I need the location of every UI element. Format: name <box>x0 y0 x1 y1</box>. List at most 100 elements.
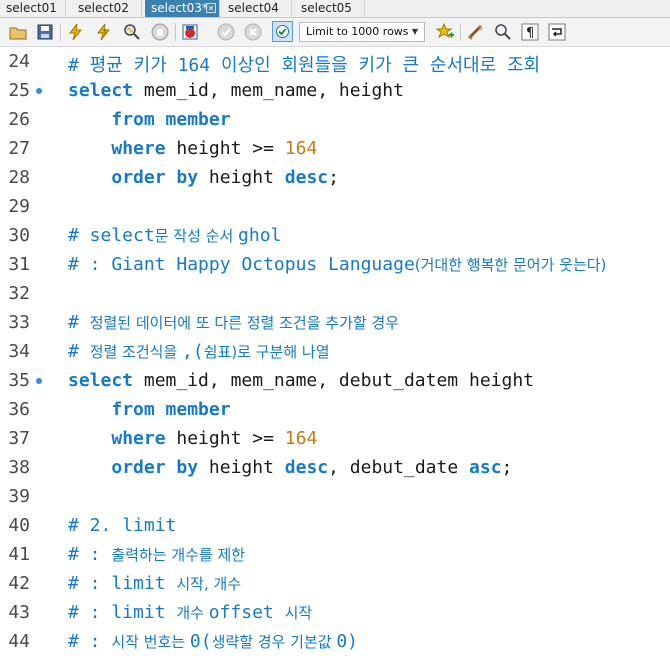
execute-current-icon[interactable]: I <box>95 23 113 41</box>
tab-select02[interactable]: select02 <box>72 0 142 17</box>
code-line[interactable]: 43 # : limit 개수 offset 시작 <box>0 598 670 627</box>
code-line[interactable]: 26 from member <box>0 105 670 134</box>
code-line[interactable]: 35 select mem_id, mem_name, debut_datem h… <box>0 366 670 395</box>
code-text: # 평균 키가 164 이상인 회원들을 키가 큰 순서대로 조회 <box>68 51 540 77</box>
wrap-icon[interactable] <box>548 23 566 41</box>
line-number: 43 <box>8 602 30 623</box>
code-token: where <box>111 138 166 159</box>
code-token: 출력하는 개수를 제한 <box>111 546 246 564</box>
code-text: where height >= 164 <box>68 428 317 449</box>
line-number: 27 <box>8 138 30 159</box>
line-number: 33 <box>8 312 30 333</box>
tab-label: select01 <box>6 1 57 15</box>
code-token: 164 <box>284 428 318 449</box>
code-line[interactable]: 31 # : Giant Happy Octopus Language(거대한 행… <box>0 250 670 279</box>
autocommit-icon[interactable] <box>272 21 293 42</box>
toggle-error-icon[interactable] <box>181 23 199 41</box>
code-line[interactable]: 36 from member <box>0 395 670 424</box>
line-number: 28 <box>8 167 30 188</box>
code-token: 0) <box>336 631 358 652</box>
line-number: 30 <box>8 225 30 246</box>
open-folder-icon[interactable] <box>9 23 27 41</box>
code-token: ; <box>328 167 339 188</box>
code-token: select <box>68 370 134 391</box>
stop-icon[interactable] <box>151 23 169 41</box>
tab-select04[interactable]: select04 <box>222 0 292 17</box>
rollback-icon[interactable] <box>244 23 262 41</box>
code-token: order by <box>111 167 199 188</box>
tab-select03[interactable]: select03* ✕ <box>145 0 220 17</box>
code-token: 정렬된 데이터에 또 다른 정렬 조건을 추가할 경우 <box>89 314 400 332</box>
code-line[interactable]: 24 # 평균 키가 164 이상인 회원들을 키가 큰 순서대로 조회 <box>0 47 670 76</box>
code-line[interactable]: 28 order by height desc; <box>0 163 670 192</box>
code-token: 개수 <box>176 604 209 622</box>
beautify-icon[interactable] <box>467 23 485 41</box>
code-text: # 정렬 조건식을 ,(쉼표)로 구분해 나열 <box>68 341 330 362</box>
tab-label: select05 <box>301 1 352 15</box>
code-line[interactable]: 27 where height >= 164 <box>0 134 670 163</box>
explain-icon[interactable] <box>123 23 141 41</box>
code-line[interactable]: 34 # 정렬 조건식을 ,(쉼표)로 구분해 나열 <box>0 337 670 366</box>
code-text: from member <box>68 399 230 420</box>
line-number: 40 <box>8 515 30 536</box>
save-icon[interactable] <box>36 23 54 41</box>
code-token: from member <box>111 109 231 130</box>
code-line[interactable]: 39 <box>0 482 670 511</box>
line-number: 26 <box>8 109 30 130</box>
code-line[interactable]: 33 # 정렬된 데이터에 또 다른 정렬 조건을 추가할 경우 <box>0 308 670 337</box>
code-token: mem_id, mem_name, debut_datem height <box>133 370 534 391</box>
code-token: 시작 번호는 <box>111 633 190 651</box>
code-token: mem_id, mem_name, height <box>133 80 404 101</box>
line-number: 36 <box>8 399 30 420</box>
code-token: 정렬 조건식을 <box>89 343 183 361</box>
execute-icon[interactable] <box>67 23 85 41</box>
code-token: , debut_date <box>328 457 470 478</box>
code-line[interactable]: 44 # : 시작 번호는 0(생략할 경우 기본값 0) <box>0 627 670 656</box>
code-line[interactable]: 41 # : 출력하는 개수를 제한 <box>0 540 670 569</box>
limit-rows-select[interactable]: Limit to 1000 rows ▼ <box>299 22 425 42</box>
code-line[interactable]: 40 # 2. limit <box>0 511 670 540</box>
code-line[interactable]: 32 <box>0 279 670 308</box>
code-line[interactable]: 30 # select문 작성 순서 ghol <box>0 221 670 250</box>
limit-select-value: Limit to 1000 rows <box>306 25 409 38</box>
tab-select01[interactable]: select01 <box>0 0 66 17</box>
statement-marker-icon[interactable] <box>36 378 42 384</box>
line-number: 42 <box>8 573 30 594</box>
code-token: 시작 <box>284 604 313 622</box>
code-line[interactable]: 42 # : limit 시작, 개수 <box>0 569 670 598</box>
code-line[interactable]: 38 order by height desc, debut_date asc; <box>0 453 670 482</box>
close-icon[interactable]: ✕ <box>206 3 216 13</box>
code-line[interactable]: 37 where height >= 164 <box>0 424 670 453</box>
code-text: select mem_id, mem_name, debut_datem hei… <box>68 370 534 391</box>
code-text: # : 출력하는 개수를 제한 <box>68 544 245 565</box>
bookmark-icon[interactable] <box>436 23 454 41</box>
statement-marker-icon[interactable] <box>36 88 42 94</box>
code-text: # : limit 시작, 개수 <box>68 573 241 594</box>
code-token: 시작, 개수 <box>176 575 242 593</box>
line-number: 38 <box>8 457 30 478</box>
commit-icon[interactable] <box>217 23 235 41</box>
tab-bar: select01 select02 select03* ✕ select04 se… <box>0 0 670 18</box>
line-number: 25 <box>8 80 30 101</box>
line-number: 41 <box>8 544 30 565</box>
code-text: order by height desc, debut_date asc; <box>68 457 512 478</box>
code-token: select <box>68 80 134 101</box>
code-token: asc <box>469 457 502 478</box>
line-number: 29 <box>8 196 30 217</box>
code-text: # : Giant Happy Octopus Language(거대한 행복한… <box>68 254 606 275</box>
code-token: # : limit <box>68 573 177 594</box>
code-line[interactable]: 29 <box>0 192 670 221</box>
code-token: 0( <box>189 631 212 652</box>
code-token: order by <box>111 457 199 478</box>
find-icon[interactable] <box>494 23 512 41</box>
line-number: 31 <box>8 254 30 275</box>
code-line[interactable]: 25 select mem_id, mem_name, height <box>0 76 670 105</box>
tab-select05[interactable]: select05 <box>295 0 365 17</box>
sql-editor[interactable]: 24 # 평균 키가 164 이상인 회원들을 키가 큰 순서대로 조회 25 sel… <box>0 47 670 661</box>
code-token: # select <box>68 225 155 246</box>
svg-text:I: I <box>104 28 106 36</box>
invisible-chars-icon[interactable]: ¶ <box>521 23 539 41</box>
